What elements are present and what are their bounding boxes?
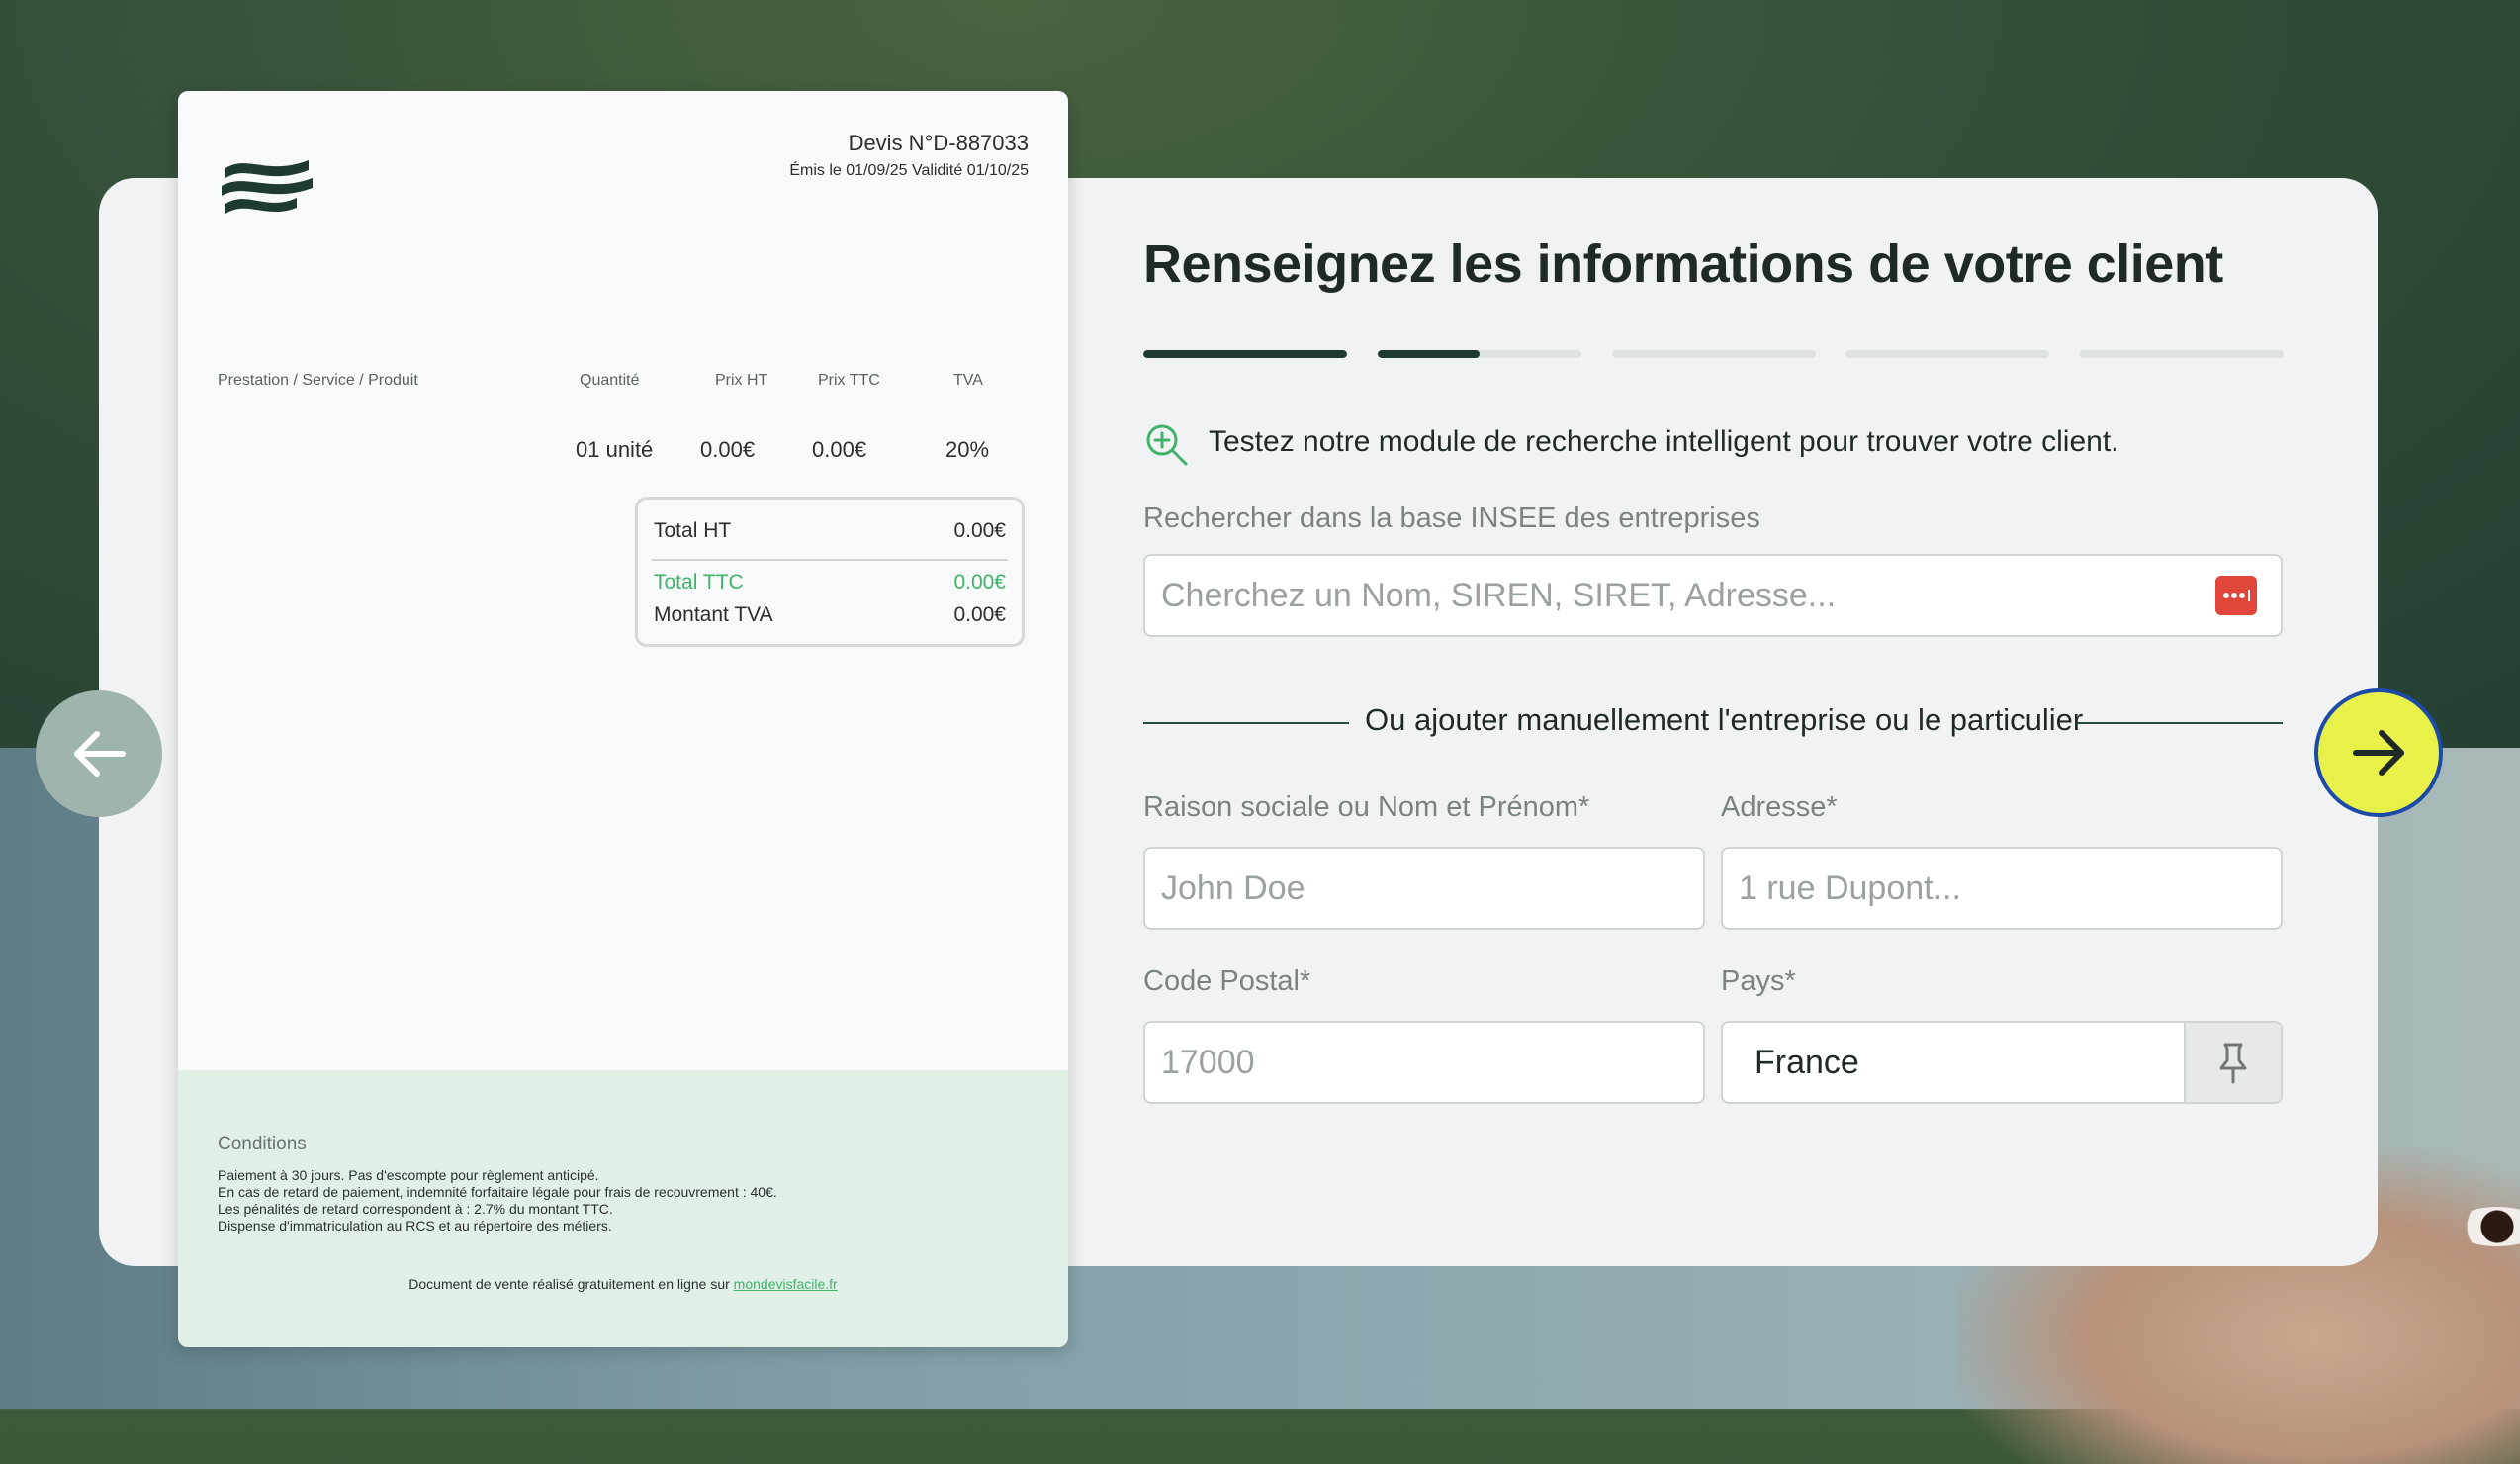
devis-number: Devis N°D-887033 [848, 131, 1029, 155]
progress-step-fill [1378, 350, 1480, 358]
progress-step-fill [1143, 350, 1347, 358]
total-ttc-label: Total TTC [654, 571, 744, 594]
total-ttc-row: Total TTC 0.00€ [654, 571, 1006, 595]
cell-prix-ht: 0.00€ [700, 437, 756, 462]
search-hint: Testez notre module de recherche intelli… [1209, 425, 2119, 458]
totals-divider [652, 559, 1008, 561]
manual-entry-divider: Ou ajouter manuellement l'entreprise ou … [1365, 702, 2084, 737]
address-label: Adresse* [1721, 791, 1838, 823]
cell-quantity: 01 unité [576, 437, 654, 462]
progress-step-1 [1143, 350, 1347, 358]
cell-prix-ttc: 0.00€ [812, 437, 867, 462]
search-placeholder: Cherchez un Nom, SIREN, SIRET, Adresse..… [1161, 577, 1837, 614]
divider-line-right [2077, 722, 2283, 724]
montant-tva-row: Montant TVA 0.00€ [654, 603, 1006, 627]
conditions-title: Conditions [218, 1134, 307, 1154]
previous-button[interactable] [36, 690, 162, 817]
document-note: Document de vente réalisé gratuitement e… [178, 1276, 1068, 1292]
quote-preview: Devis N°D-887033 Émis le 01/09/25 Validi… [178, 91, 1068, 1347]
col-header-tva: TVA [953, 372, 983, 389]
condition-line: En cas de retard de paiement, indemnité … [218, 1184, 777, 1200]
montant-tva-label: Montant TVA [654, 603, 773, 626]
address-placeholder: 1 rue Dupont... [1739, 869, 1961, 907]
total-ht-row: Total HT 0.00€ [654, 519, 1006, 543]
progress-step-4 [1845, 350, 2049, 358]
divider-line-left [1143, 722, 1349, 724]
logo-icon [222, 160, 313, 214]
site-link[interactable]: mondevisfacile.fr [734, 1276, 838, 1292]
country-input[interactable]: France [1721, 1021, 2283, 1104]
eye-right [2453, 1207, 2520, 1246]
progress-step-5 [2080, 350, 2284, 358]
document-note-text: Document de vente réalisé gratuitement e… [408, 1276, 734, 1292]
search-plus-icon [1146, 424, 1188, 466]
total-ht-value: 0.00€ [953, 519, 1006, 542]
country-value: France [1755, 1044, 1859, 1081]
totals-box: Total HT 0.00€ Total TTC 0.00€ Montant T… [635, 497, 1025, 647]
col-header-prix-ttc: Prix TTC [818, 372, 880, 389]
page-title: Renseignez les informations de votre cli… [1143, 234, 2223, 294]
country-label: Pays* [1721, 965, 1796, 997]
cell-tva: 20% [945, 437, 990, 462]
postal-code-input[interactable]: 17000 [1143, 1021, 1705, 1104]
name-input[interactable]: John Doe [1143, 847, 1705, 930]
condition-line: Les pénalités de retard correspondent à … [218, 1201, 613, 1217]
search-input[interactable]: Cherchez un Nom, SIREN, SIRET, Adresse..… [1143, 554, 2283, 637]
devis-dates: Émis le 01/09/25 Validité 01/10/25 [789, 162, 1029, 179]
col-header-quantity: Quantité [580, 372, 640, 389]
condition-line: Paiement à 30 jours. Pas d'escompte pour… [218, 1167, 599, 1183]
total-ht-label: Total HT [654, 519, 732, 542]
condition-line: Dispense d'immatriculation au RCS et au … [218, 1218, 612, 1234]
name-placeholder: John Doe [1161, 869, 1305, 907]
col-header-product: Prestation / Service / Produit [218, 372, 418, 389]
montant-tva-value: 0.00€ [953, 603, 1006, 626]
postal-code-label: Code Postal* [1143, 965, 1311, 997]
progress-step-3 [1612, 350, 1816, 358]
progress-step-2 [1378, 350, 1581, 358]
pin-icon [2219, 1043, 2247, 1084]
arrow-right-icon [2353, 730, 2404, 776]
total-ttc-value: 0.00€ [953, 571, 1006, 594]
name-label: Raison sociale ou Nom et Prénom* [1143, 791, 1590, 823]
address-input[interactable]: 1 rue Dupont... [1721, 847, 2283, 930]
postal-code-placeholder: 17000 [1161, 1044, 1255, 1081]
search-label: Rechercher dans la base INSEE des entrep… [1143, 503, 1760, 534]
password-manager-icon[interactable] [2215, 576, 2257, 615]
next-button[interactable] [2314, 688, 2443, 817]
arrow-left-icon [74, 731, 126, 777]
col-header-prix-ht: Prix HT [715, 372, 768, 389]
pin-button[interactable] [2184, 1023, 2281, 1102]
